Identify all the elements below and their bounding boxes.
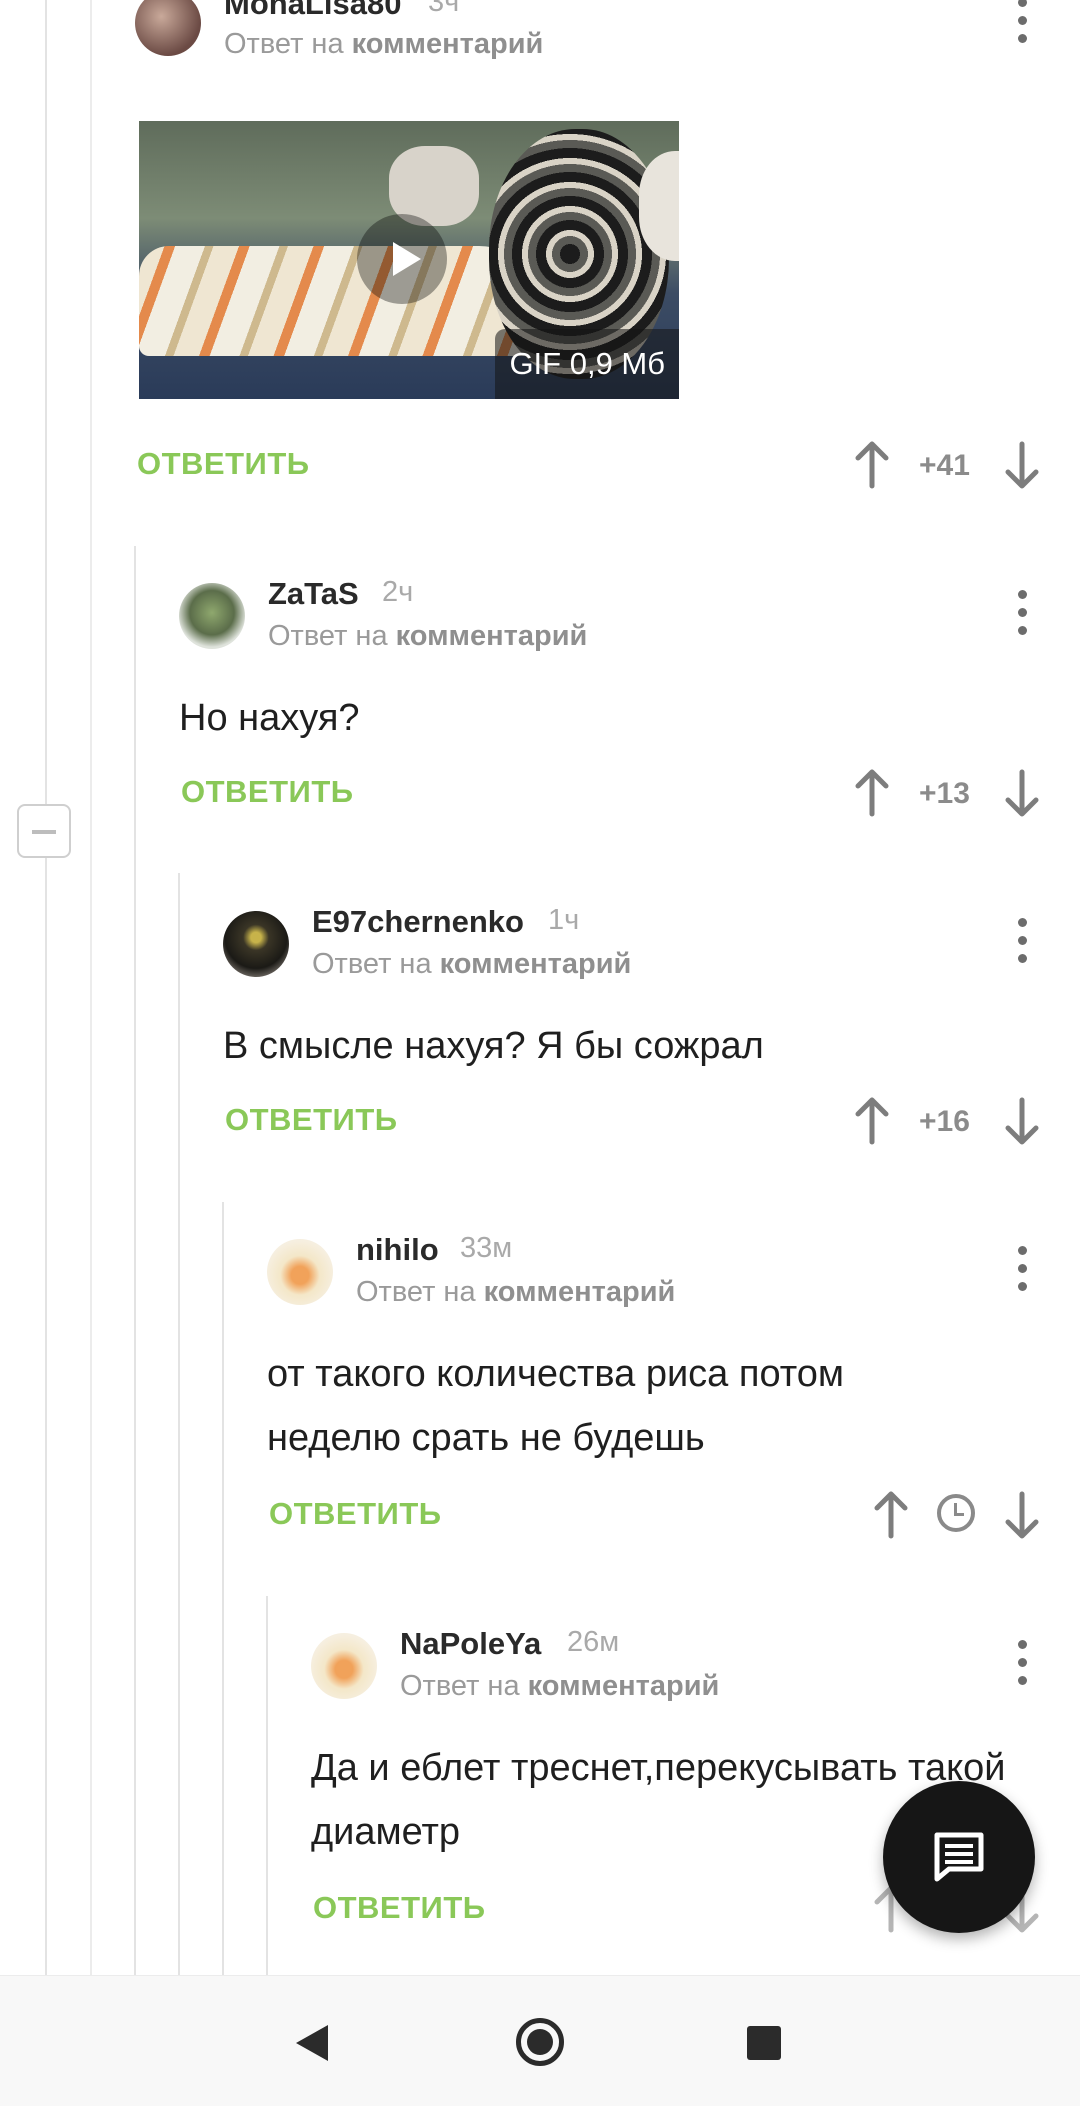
more-vertical-icon[interactable] [1002, 1634, 1042, 1694]
back-icon[interactable] [292, 2021, 332, 2065]
reply-to-link[interactable]: комментарий [396, 620, 588, 652]
reply-to-prefix: Ответ на [356, 1276, 476, 1308]
reply-to-link[interactable]: комментарий [440, 948, 632, 980]
more-vertical-icon[interactable] [1002, 584, 1042, 644]
comment-author[interactable]: ZaTaS [268, 576, 359, 612]
avatar[interactable] [311, 1633, 377, 1699]
reply-to: Ответ на комментарий [224, 28, 543, 61]
comment-text: Но нахуя? [179, 697, 360, 739]
thread-line [45, 0, 47, 1975]
reply-to-prefix: Ответ на [224, 28, 344, 60]
comment-author[interactable]: NaPoleYa [400, 1626, 541, 1662]
comment-time: 26м [567, 1626, 620, 1658]
reply-to-link[interactable]: комментарий [352, 28, 544, 60]
gif-size-badge: GIF 0,9 Мб [495, 329, 679, 399]
arrow-up-icon[interactable] [871, 1490, 911, 1540]
more-vertical-icon[interactable] [1002, 1240, 1042, 1300]
arrow-up-icon[interactable] [852, 768, 892, 818]
comment-text: В смысле нахуя? Я бы сожрал [223, 1025, 764, 1067]
reply-to: Ответ на комментарий [400, 1670, 719, 1703]
reply-to: Ответ на комментарий [356, 1276, 675, 1309]
arrow-up-icon[interactable] [852, 440, 892, 490]
chat-icon [934, 1832, 984, 1882]
avatar[interactable] [135, 0, 201, 56]
reply-to-prefix: Ответ на [268, 620, 388, 652]
thread-line [134, 546, 136, 1976]
comment-author[interactable]: E97chernenko [312, 904, 524, 940]
new-comment-fab[interactable] [883, 1781, 1035, 1933]
reply-to-link[interactable]: комментарий [528, 1670, 720, 1702]
thread-line [178, 873, 180, 1976]
comment-time: 2ч [382, 576, 414, 608]
reply-to-prefix: Ответ на [400, 1670, 520, 1702]
reply-button[interactable]: ОТВЕТИТЬ [225, 1102, 398, 1138]
more-vertical-icon[interactable] [1002, 0, 1042, 52]
reply-to-link[interactable]: комментарий [484, 1276, 676, 1308]
reply-button[interactable]: ОТВЕТИТЬ [181, 774, 354, 810]
reply-to-prefix: Ответ на [312, 948, 432, 980]
gif-frame [139, 246, 549, 356]
play-icon[interactable] [357, 214, 447, 304]
collapse-thread-button[interactable] [17, 804, 71, 858]
system-navigation-bar [0, 1975, 1080, 2106]
arrow-down-icon[interactable] [1002, 1096, 1042, 1146]
more-vertical-icon[interactable] [1002, 912, 1042, 972]
avatar[interactable] [267, 1239, 333, 1305]
reply-button[interactable]: ОТВЕТИТЬ [313, 1890, 486, 1926]
thread-line [266, 1596, 268, 1976]
comment-time: 33м [460, 1232, 513, 1264]
comment-time: 1ч [548, 904, 580, 936]
clock-icon [937, 1494, 975, 1532]
reply-button[interactable]: ОТВЕТИТЬ [269, 1496, 442, 1532]
thread-line [90, 0, 92, 1975]
avatar[interactable] [223, 911, 289, 977]
thread-line [222, 1202, 224, 1976]
arrow-down-icon[interactable] [1002, 768, 1042, 818]
home-icon[interactable] [516, 2018, 564, 2066]
reply-button[interactable]: ОТВЕТИТЬ [137, 446, 310, 482]
arrow-down-icon[interactable] [1002, 1490, 1042, 1540]
arrow-up-icon[interactable] [852, 1096, 892, 1146]
comment-score: +41 [919, 449, 970, 482]
gif-attachment[interactable]: GIF 0,9 Мб [139, 121, 679, 399]
arrow-down-icon[interactable] [1002, 440, 1042, 490]
comment-text: от такого количества риса потом неделю с… [267, 1353, 844, 1459]
recents-icon[interactable] [747, 2026, 781, 2060]
comment-author[interactable]: MonaLisa80 [224, 0, 401, 22]
comment-score: +13 [919, 777, 970, 810]
comment-score: +16 [919, 1105, 970, 1138]
comment-author[interactable]: nihilo [356, 1232, 439, 1268]
avatar[interactable] [179, 583, 245, 649]
reply-to: Ответ на комментарий [268, 620, 587, 653]
reply-to: Ответ на комментарий [312, 948, 631, 981]
comment-time: 3ч [428, 0, 460, 18]
